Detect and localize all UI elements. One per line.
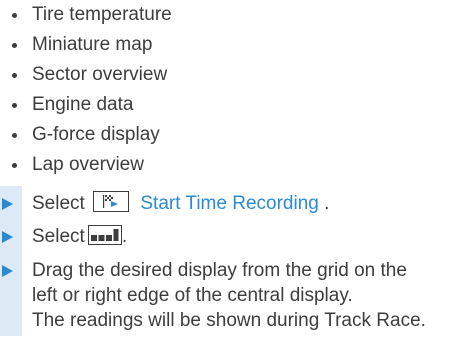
bullet-icon xyxy=(12,43,17,48)
step-prefix: Select xyxy=(32,193,85,214)
step-content: Drag the desired display from the grid o… xyxy=(32,254,476,333)
step-content: Select Start Time Recording . xyxy=(32,186,476,216)
display-layout-icon xyxy=(87,224,122,245)
step-suffix: . xyxy=(121,226,128,247)
list-item-label: Engine data xyxy=(32,94,134,115)
step-arrow-icon xyxy=(2,231,13,243)
step-arrow-icon xyxy=(2,265,13,277)
list-item-label: G-force display xyxy=(32,124,160,145)
step-arrow-icon xyxy=(2,198,13,210)
step-text-line: Drag the desired display from the grid o… xyxy=(32,260,407,281)
instruction-step-1: Select Start Time Recording . xyxy=(0,186,476,218)
list-item-label: Lap overview xyxy=(32,154,144,175)
bullet-icon xyxy=(12,133,17,138)
bullet-icon xyxy=(12,103,17,108)
step-text-line: left or right edge of the central displa… xyxy=(32,285,353,306)
bullet-icon xyxy=(12,73,17,78)
step-content: Select . xyxy=(32,218,476,249)
step-prefix: Select xyxy=(32,226,85,247)
instruction-steps: Select Start Time Recording . Select . D… xyxy=(0,186,476,336)
step-text-line: The readings will be shown during Track … xyxy=(32,310,426,331)
instruction-step-2: Select . xyxy=(0,218,476,254)
list-item-label: Sector overview xyxy=(32,64,168,85)
race-flag-icon xyxy=(93,191,130,213)
start-time-recording-link[interactable]: Start Time Recording xyxy=(140,193,318,214)
instruction-step-3: Drag the desired display from the grid o… xyxy=(0,254,476,336)
list-item-label: Tire temperature xyxy=(32,4,172,25)
bullet-icon xyxy=(12,163,17,168)
bullet-icon xyxy=(12,13,17,18)
list-item-label: Miniature map xyxy=(32,34,153,55)
step-suffix: . xyxy=(324,193,330,214)
